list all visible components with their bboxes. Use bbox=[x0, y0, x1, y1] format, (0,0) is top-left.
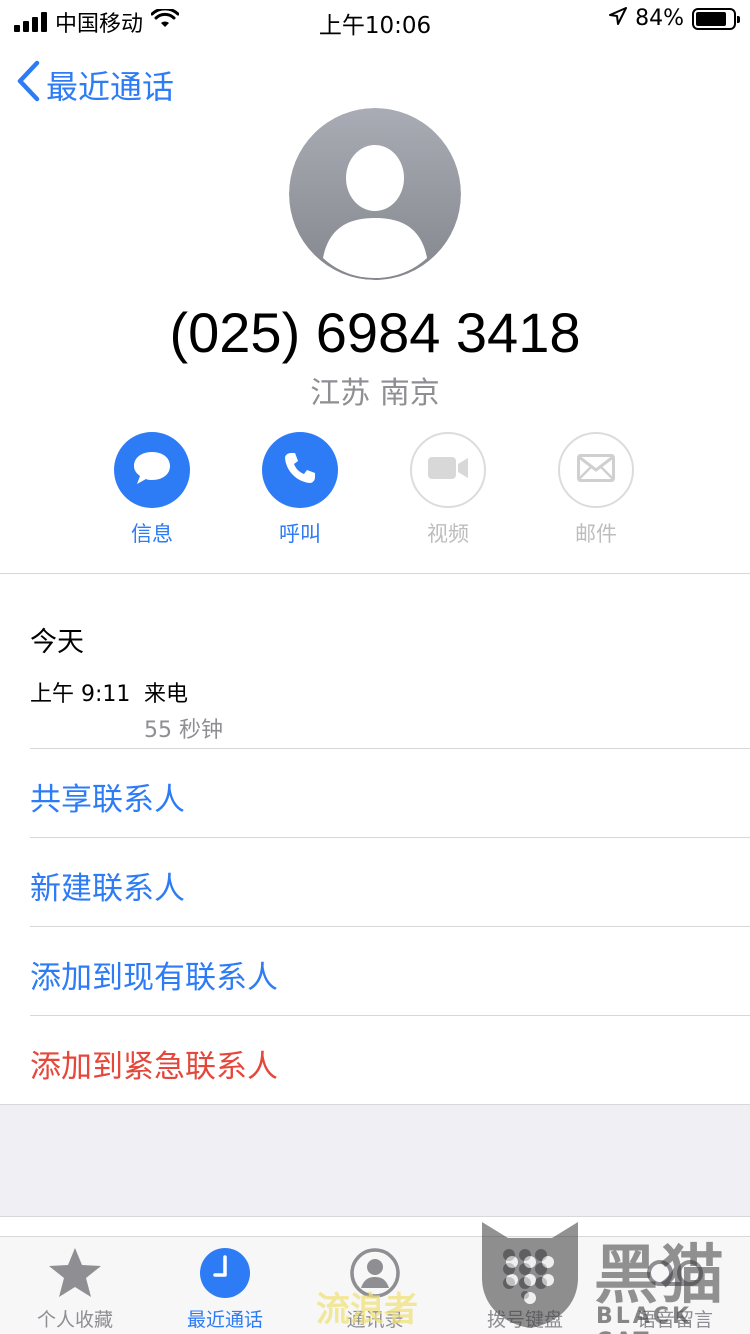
avatar bbox=[289, 108, 461, 280]
star-icon bbox=[47, 1246, 103, 1304]
tab-recents[interactable]: 最近通话 bbox=[150, 1247, 300, 1332]
action-row: 信息 呼叫 视频 邮件 bbox=[0, 432, 750, 552]
battery-percent: 84% bbox=[635, 6, 684, 31]
call-button[interactable]: 呼叫 bbox=[240, 432, 360, 548]
tab-label: 拨号键盘 bbox=[486, 1309, 563, 1331]
divider bbox=[0, 1216, 750, 1217]
history-call-type: 来电 bbox=[144, 682, 189, 707]
tab-contacts[interactable]: 通讯录 bbox=[300, 1247, 450, 1332]
table-footer-area bbox=[0, 1105, 750, 1217]
mail-label: 邮件 bbox=[575, 522, 617, 546]
divider bbox=[30, 926, 750, 927]
mail-button[interactable]: 邮件 bbox=[536, 432, 656, 548]
tab-label: 语音留言 bbox=[636, 1309, 713, 1331]
message-label: 信息 bbox=[131, 522, 173, 546]
add-to-existing-contact-button[interactable]: 添加到现有联系人 bbox=[30, 952, 278, 997]
location-arrow-icon bbox=[609, 6, 628, 31]
divider bbox=[30, 837, 750, 838]
divider bbox=[0, 573, 750, 574]
chevron-left-icon bbox=[16, 60, 40, 110]
status-bar: 中国移动 上午10:06 84% bbox=[0, 0, 750, 40]
create-contact-button[interactable]: 新建联系人 bbox=[30, 863, 185, 908]
call-label: 呼叫 bbox=[279, 522, 321, 546]
back-label: 最近通话 bbox=[46, 68, 175, 106]
video-button[interactable]: 视频 bbox=[388, 432, 508, 548]
back-button[interactable]: 最近通话 bbox=[16, 60, 174, 110]
phone-icon bbox=[282, 450, 318, 490]
tab-voicemail[interactable]: 语音留言 bbox=[600, 1247, 750, 1332]
tab-bar: 个人收藏 最近通话 通讯录 拨号键盘 语音留言 bbox=[0, 1236, 750, 1334]
tab-label: 个人收藏 bbox=[36, 1309, 113, 1331]
history-time: 上午 9:11 bbox=[30, 682, 131, 707]
history-duration: 55 秒钟 bbox=[144, 718, 223, 743]
phone-number: (025) 6984 3418 bbox=[169, 301, 581, 364]
caller-location: 江苏 南京 bbox=[310, 376, 440, 411]
share-contact-button[interactable]: 共享联系人 bbox=[30, 774, 185, 819]
voicemail-icon bbox=[646, 1258, 704, 1292]
divider bbox=[30, 748, 750, 749]
video-label: 视频 bbox=[427, 522, 469, 546]
message-icon bbox=[131, 449, 173, 491]
tab-keypad[interactable]: 拨号键盘 bbox=[450, 1247, 600, 1332]
mail-icon bbox=[577, 454, 615, 486]
history-date: 今天 bbox=[30, 627, 84, 658]
tab-label: 最近通话 bbox=[186, 1309, 263, 1331]
battery-icon bbox=[692, 7, 740, 30]
keypad-icon bbox=[500, 1247, 550, 1303]
tab-favorites[interactable]: 个人收藏 bbox=[0, 1247, 150, 1332]
tab-label: 通讯录 bbox=[346, 1309, 404, 1331]
message-button[interactable]: 信息 bbox=[92, 432, 212, 548]
clock-icon bbox=[199, 1247, 251, 1303]
divider bbox=[30, 1015, 750, 1016]
video-icon bbox=[427, 455, 469, 485]
contacts-icon bbox=[349, 1247, 401, 1303]
add-to-emergency-contact-button[interactable]: 添加到紧急联系人 bbox=[30, 1041, 278, 1086]
